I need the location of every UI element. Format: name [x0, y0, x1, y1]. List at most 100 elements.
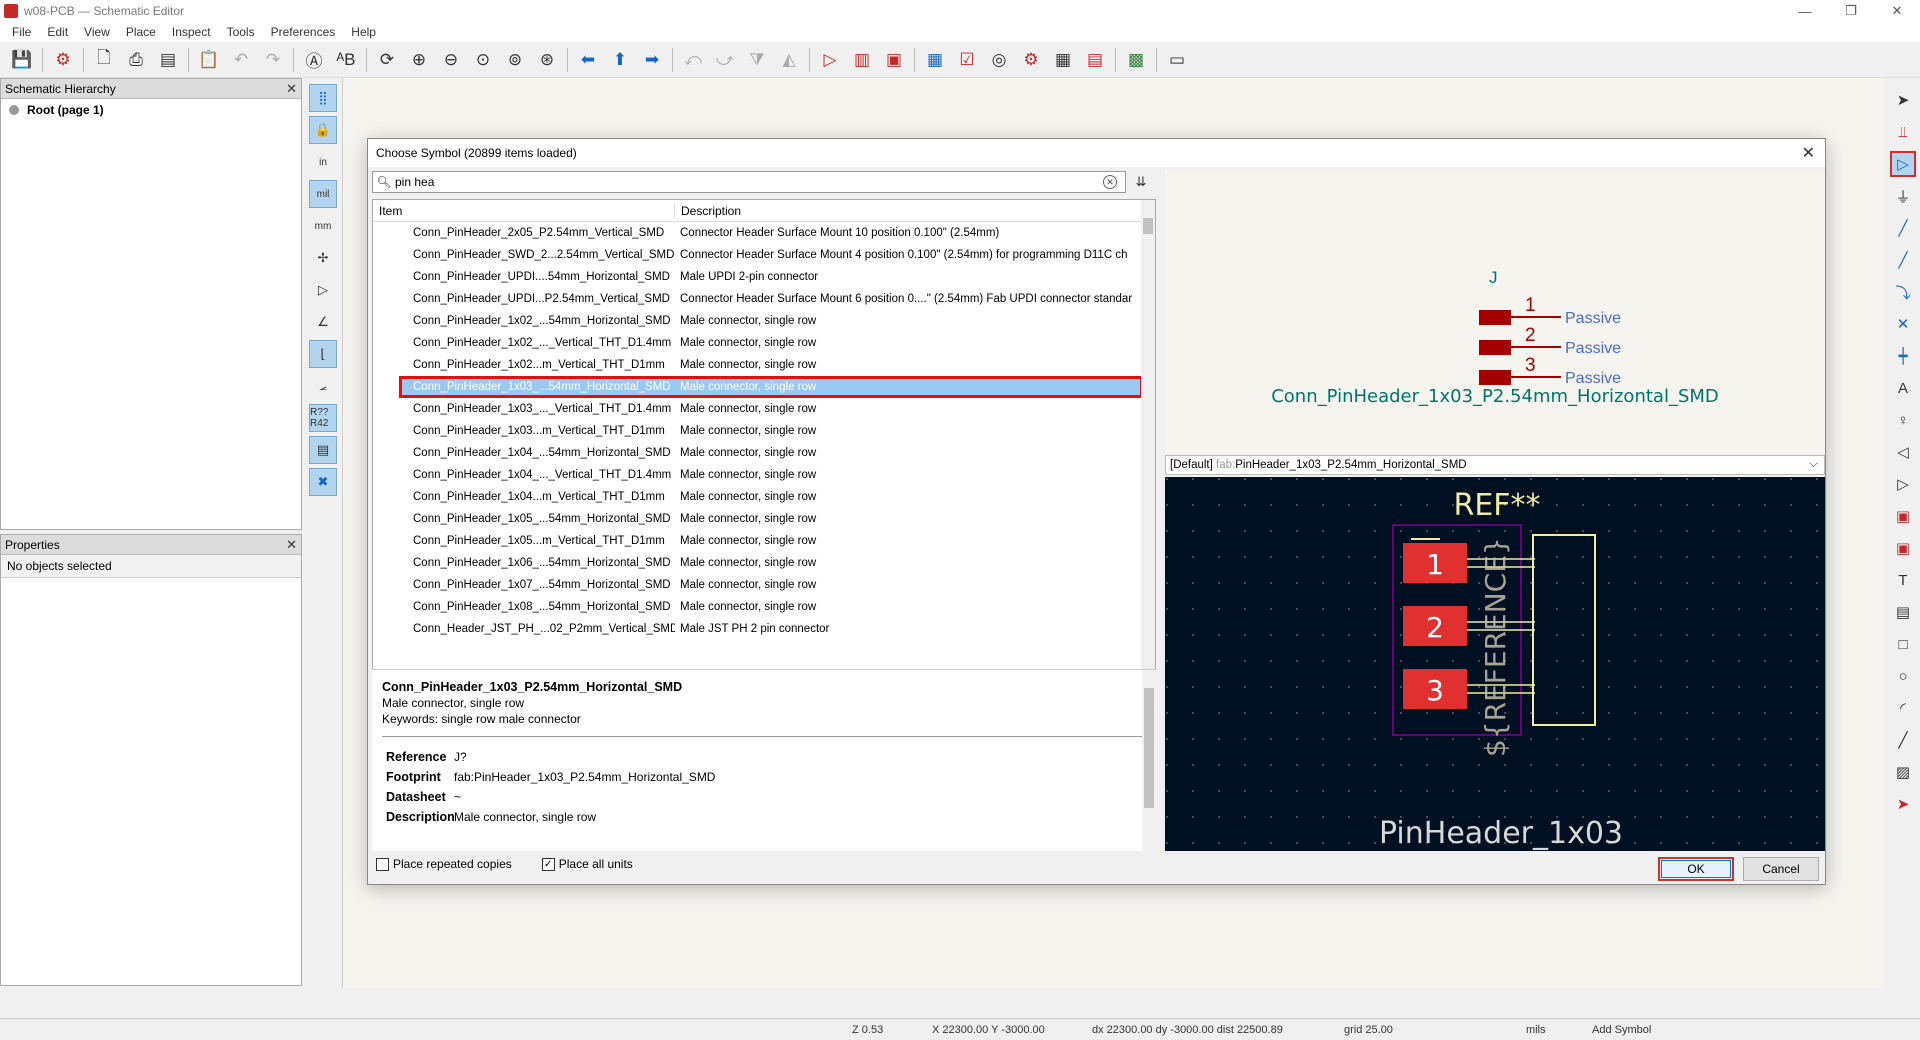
find-replace-icon[interactable]: ᴬB [333, 47, 359, 73]
add-bus-icon[interactable]: ╱ [1890, 247, 1916, 273]
navigate-forward-icon[interactable]: ➡ [639, 47, 665, 73]
hierarchy-panel-icon[interactable]: ▤ [309, 436, 337, 464]
list-row[interactable]: Conn_PinHeader_1x07_...54mm_Horizontal_S… [373, 574, 1143, 596]
delete-tool-icon[interactable]: ➤ [1890, 791, 1916, 817]
rotate-ccw-icon[interactable]: ⤺ [680, 47, 706, 73]
list-row[interactable]: Conn_PinHeader_1x02_...54mm_Horizontal_S… [373, 310, 1143, 332]
add-bus-entry-icon[interactable]: ⤵ [1890, 279, 1916, 305]
scroll-thumb[interactable] [1143, 218, 1153, 234]
save-icon[interactable]: 💾 [9, 47, 35, 73]
paste-icon[interactable]: 📋 [196, 47, 222, 73]
annotate-icon[interactable]: ▣ [881, 47, 907, 73]
menu-view[interactable]: View [76, 25, 118, 39]
close-hierarchy-icon[interactable]: ✕ [286, 81, 297, 97]
add-rectangle-icon[interactable]: □ [1890, 631, 1916, 657]
list-row[interactable]: Conn_PinHeader_1x08_...54mm_Horizontal_S… [373, 596, 1143, 618]
list-row[interactable]: Conn_PinHeader_1x04_...54mm_Horizontal_S… [373, 442, 1143, 464]
add-sheet-icon[interactable]: ▣ [1890, 503, 1916, 529]
select-icon[interactable]: ➤ [1890, 87, 1916, 113]
menu-tools[interactable]: Tools [219, 25, 263, 39]
units-inch-icon[interactable]: in [309, 148, 337, 176]
list-row[interactable]: Conn_PinHeader_UPDI...P2.54mm_Vertical_S… [373, 288, 1143, 310]
add-arc-icon[interactable]: ◜ [1890, 695, 1916, 721]
hierarchy-root-item[interactable]: Root (page 1) [1, 99, 301, 121]
menu-preferences[interactable]: Preferences [263, 25, 344, 39]
details-scrollbar[interactable] [1142, 670, 1156, 852]
properties-panel-icon[interactable]: ✖ [309, 468, 337, 496]
place-repeated-option[interactable]: Place repeated copies [376, 857, 512, 871]
list-row[interactable]: Conn_PinHeader_1x02...m_Vertical_THT_D1m… [373, 354, 1143, 376]
column-description[interactable]: Description [675, 204, 741, 218]
highlight-net-icon[interactable]: ⫫ [1890, 119, 1916, 145]
erc-icon[interactable]: ☑ [954, 47, 980, 73]
list-row[interactable]: Conn_PinHeader_2x05_P2.54mm_Vertical_SMD… [373, 222, 1143, 244]
menu-inspect[interactable]: Inspect [164, 25, 219, 39]
search-icon[interactable]: 🔍︎ [373, 175, 395, 189]
add-label-icon[interactable]: A [1890, 375, 1916, 401]
units-mm-icon[interactable]: mm [309, 212, 337, 240]
annotation-mode-icon[interactable]: R?? R42 [309, 404, 337, 432]
zoom-fit-icon[interactable]: ⊙ [470, 47, 496, 73]
no-connect-icon[interactable]: ✕ [1890, 311, 1916, 337]
minimize-icon[interactable]: — [1782, 0, 1828, 22]
annotate-symbols-icon[interactable]: ▦ [922, 47, 948, 73]
column-item[interactable]: Item [373, 203, 675, 218]
add-circle-icon[interactable]: ○ [1890, 663, 1916, 689]
place-all-option[interactable]: ✓ Place all units [541, 857, 633, 871]
line-mode-free-icon[interactable]: ∠ [309, 308, 337, 336]
line-mode-90-icon[interactable]: ⌊ [309, 340, 337, 368]
chevron-down-icon[interactable]: ⌵ [1809, 458, 1818, 471]
cancel-button[interactable]: Cancel [1743, 857, 1819, 881]
redo-icon[interactable]: ↷ [260, 47, 286, 73]
rotate-cw-icon[interactable]: ⤻ [712, 47, 738, 73]
schematic-setup-icon[interactable]: ⚙ [50, 47, 76, 73]
list-row[interactable]: Conn_PinHeader_SWD_2...2.54mm_Vertical_S… [373, 244, 1143, 266]
symbol-browser-icon[interactable]: ▥ [849, 47, 875, 73]
add-line-icon[interactable]: ╱ [1890, 727, 1916, 753]
add-net-class-icon[interactable]: ♀ [1890, 407, 1916, 433]
menu-edit[interactable]: Edit [39, 25, 76, 39]
add-power-icon[interactable]: ⏚ [1890, 183, 1916, 209]
symbol-editor-icon[interactable]: ▷ [817, 47, 843, 73]
list-row[interactable]: Conn_PinHeader_1x03_..._Vertical_THT_D1.… [373, 398, 1143, 420]
add-text-icon[interactable]: T [1890, 567, 1916, 593]
list-row[interactable]: Conn_PinHeader_1x02_..._Vertical_THT_D1.… [373, 332, 1143, 354]
zoom-out-icon[interactable]: ⊖ [438, 47, 464, 73]
list-row[interactable]: Conn_Header_JST_PH_...02_P2mm_Vertical_S… [373, 618, 1143, 640]
import-sheet-pin-icon[interactable]: ▣ [1890, 535, 1916, 561]
place-repeated-checkbox[interactable] [376, 857, 389, 871]
dialog-close-icon[interactable]: ✕ [1802, 143, 1815, 163]
add-wire-icon[interactable]: ╱ [1890, 215, 1916, 241]
selected-list-row[interactable]: Conn_PinHeader_1x03_...54mm_Horizontal_S… [399, 376, 1143, 398]
menu-help[interactable]: Help [343, 25, 384, 39]
search-input[interactable] [395, 175, 1103, 189]
find-icon[interactable]: Ⓐ [301, 47, 327, 73]
add-hier-label-icon[interactable]: ▷ [1890, 471, 1916, 497]
menu-place[interactable]: Place [118, 25, 164, 39]
restore-icon[interactable]: ❐ [1828, 0, 1874, 22]
footprint-selector[interactable]: [Default] fab: PinHeader_1x03_P2.54mm_Hor… [1165, 455, 1825, 475]
list-row[interactable]: Conn_PinHeader_1x05_...54mm_Horizontal_S… [373, 508, 1143, 530]
list-row[interactable]: Conn_PinHeader_UPDI....54mm_Horizontal_S… [373, 266, 1143, 288]
list-row[interactable]: Conn_PinHeader_1x04...m_Vertical_THT_D1m… [373, 486, 1143, 508]
cursor-style-icon[interactable]: ✢ [309, 244, 337, 272]
add-symbol-icon[interactable]: ▷ [1890, 151, 1916, 177]
lock-icon[interactable]: 🔒 [309, 116, 337, 144]
add-global-label-icon[interactable]: ◁ [1890, 439, 1916, 465]
mirror-h-icon[interactable]: ◭ [776, 47, 802, 73]
simulator-icon[interactable]: ◎ [986, 47, 1012, 73]
list-row[interactable]: Conn_PinHeader_1x05...m_Vertical_THT_D1m… [373, 530, 1143, 552]
bom-icon[interactable]: ▤ [1082, 47, 1108, 73]
add-image-icon[interactable]: ▨ [1890, 759, 1916, 785]
add-textbox-icon[interactable]: ▤ [1890, 599, 1916, 625]
place-all-checkbox[interactable]: ✓ [541, 857, 555, 871]
units-mil-icon[interactable]: mil [309, 180, 337, 208]
scripting-console-icon[interactable]: ▭ [1164, 47, 1190, 73]
list-row[interactable]: Conn_PinHeader_1x04_..._Vertical_THT_D1.… [373, 464, 1143, 486]
close-properties-icon[interactable]: ✕ [286, 537, 297, 553]
list-row[interactable]: Conn_PinHeader_1x03...m_Vertical_THT_D1m… [373, 420, 1143, 442]
pcb-editor-icon[interactable]: ▩ [1123, 47, 1149, 73]
plot-icon[interactable]: ▤ [155, 47, 181, 73]
clear-search-icon[interactable]: ✕ [1103, 175, 1117, 189]
navigate-back-icon[interactable]: ⬅ [575, 47, 601, 73]
